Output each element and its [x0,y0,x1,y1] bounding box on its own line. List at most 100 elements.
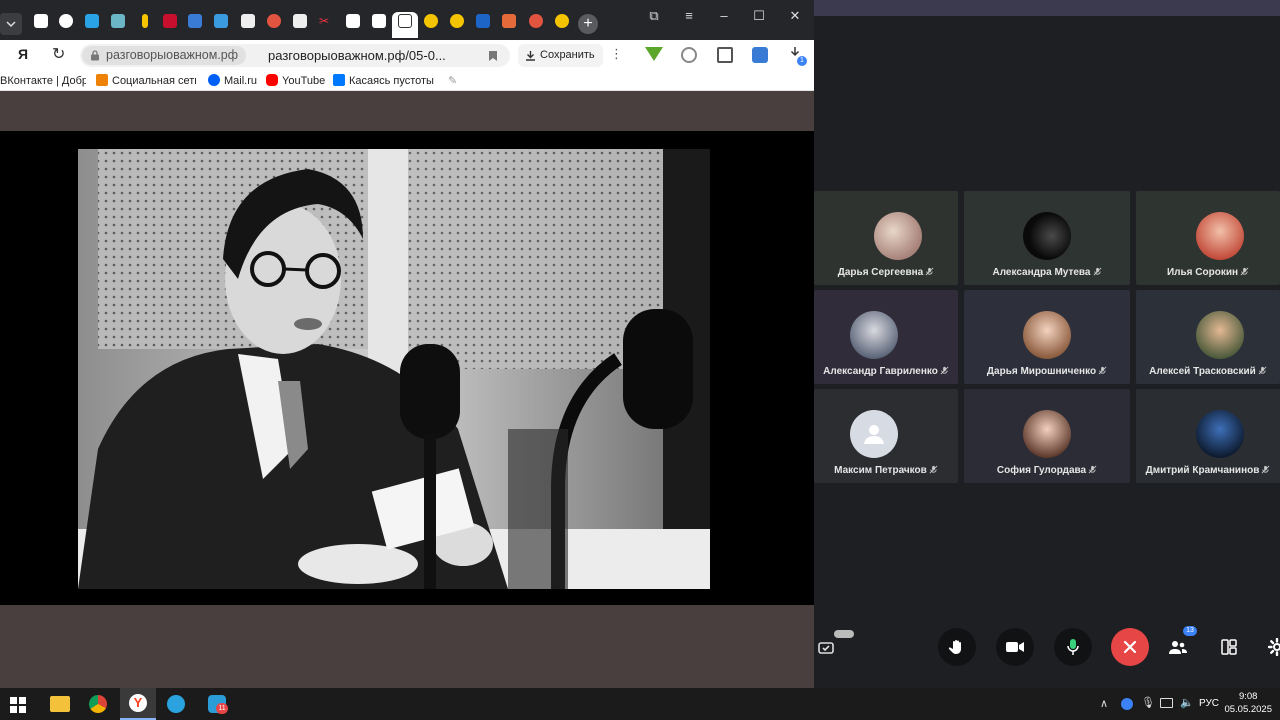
tab-chart-icon[interactable] [111,14,125,28]
show-hidden-icons-icon[interactable]: ∧ [1100,697,1108,710]
tab-manager-button[interactable]: ⧉ [642,6,666,26]
mic-muted-icon [1261,465,1270,474]
tab-yandex-icon[interactable] [529,14,543,28]
tab-page-icon[interactable] [398,14,412,28]
participant-tile[interactable]: Алексей Трасковский [1136,290,1280,384]
tab-flag-icon[interactable] [163,14,177,28]
participant-tile[interactable]: Максим Петрачков [814,389,958,483]
video-player[interactable] [0,131,814,605]
extension-download-icon[interactable] [645,47,663,61]
screen: Дарья Сергеевна Александра Мутева Илья С… [0,0,1280,720]
bookmark-social[interactable]: Социальная сеть [96,73,196,89]
clock-date: 05.05.2025 [1224,704,1272,715]
globe-icon[interactable] [681,47,697,63]
tab-list-button[interactable] [0,13,22,35]
tab-play-icon[interactable] [424,14,438,28]
yandex-browser-icon: Y [129,694,147,712]
layout-button[interactable] [1210,628,1248,666]
menu-button[interactable]: ≡ [677,6,701,26]
participant-avatar [1196,311,1244,359]
telegram-icon[interactable] [167,695,185,713]
participants-button[interactable]: 13 [1159,626,1197,666]
yandex-browser-taskbar-item[interactable]: Y [120,688,156,720]
address-host[interactable]: разговорыоважном.рф [82,46,247,65]
chrome-icon[interactable] [89,695,107,713]
yandex-logo-icon[interactable]: Я [18,46,28,62]
tab-image-icon[interactable] [293,14,307,28]
clock-time: 9:08 [1238,691,1258,702]
new-tab-button[interactable]: + [578,14,598,34]
tab-play-icon[interactable] [450,14,464,28]
mic-muted-icon [929,465,938,474]
close-window-button[interactable]: ✕ [783,6,807,26]
bookmark-vk-group[interactable]: Касаясь пустоты [333,73,435,89]
file-explorer-icon[interactable] [50,696,70,712]
volume-icon[interactable]: 🔈 [1180,696,1194,709]
bookmark-youtube[interactable]: YouTube [266,73,325,89]
tab-page-icon[interactable] [346,14,360,28]
participant-tile[interactable]: Александр Гавриленко [814,290,958,384]
address-path[interactable]: разговорыоважном.рф/05-0... [268,44,446,67]
tab-page-icon[interactable] [372,14,386,28]
bookmark-vk[interactable]: ВКонтакте | Добр [0,73,86,89]
tab-play-icon[interactable] [555,14,569,28]
participant-tile[interactable]: София Гулордава [964,389,1130,483]
hand-icon [948,640,961,654]
tab-yandex-icon[interactable] [267,14,281,28]
mic-muted-icon [1258,366,1267,375]
mic-muted-icon [1093,267,1101,276]
downloads-button[interactable]: 1 [788,46,807,66]
user-placeholder-icon [864,425,884,444]
browser-window: ✂ + ⧉ ≡ – ☐ ✕ Я ↻ разговорыоважном.рф ра… [0,0,814,688]
raise-hand-button[interactable] [938,628,976,666]
tray-mic-icon[interactable]: 🎙 [1141,696,1155,709]
translate-icon[interactable] [752,47,768,63]
tab-info-icon[interactable] [142,14,148,28]
participant-name: Дарья Сергеевна [814,267,958,278]
maximize-button[interactable]: ☐ [747,6,771,26]
camera-button[interactable] [996,628,1034,666]
reload-icon[interactable]: ↻ [52,44,65,64]
participant-avatar [1196,410,1244,458]
hang-up-button[interactable] [1111,628,1149,666]
tray-app-icon[interactable] [1121,698,1133,710]
more-options-icon[interactable]: ⋮ [610,46,623,62]
bookmark-icon[interactable] [488,50,498,62]
settings-button[interactable] [1258,628,1280,666]
start-button[interactable] [10,697,26,713]
address-bar[interactable]: разговорыоважном.рф разговорыоважном.рф/… [80,44,510,67]
mic-muted-icon [1088,465,1097,474]
participant-name: Александр Гавриленко [814,366,958,377]
downloads-badge: 1 [797,56,807,66]
reader-mode-icon[interactable] [717,47,733,63]
tab-book-icon[interactable] [214,14,228,28]
youtube-icon [266,74,278,86]
tab-word-icon[interactable] [476,14,490,28]
web-page [0,91,814,688]
tab-app-icon[interactable] [85,14,99,28]
tab-page-icon[interactable] [34,14,48,28]
language-indicator[interactable]: РУС [1199,698,1219,709]
participant-tile[interactable]: Дарья Мирошниченко [964,290,1130,384]
bookmark-extra-icon[interactable]: ✎ [448,73,457,89]
mic-muted-icon [940,366,949,375]
tab-slides-icon[interactable] [502,14,516,28]
save-button[interactable]: Сохранить [518,44,603,67]
minimize-button[interactable]: – [712,6,736,26]
network-icon[interactable] [1160,698,1173,708]
tab-image-icon[interactable] [241,14,255,28]
meeting-app-icon[interactable]: 11 [208,695,228,714]
participant-tile[interactable]: Илья Сорокин [1136,191,1280,285]
participant-tile[interactable]: Дарья Сергеевна [814,191,958,285]
microphone-button[interactable] [1054,628,1092,666]
participant-tile[interactable]: Дмитрий Крамчанинов [1136,389,1280,483]
more-pill-icon[interactable] [834,630,854,638]
tab-clock-icon[interactable] [59,14,73,28]
clock[interactable]: 9:08 05.05.2025 [1224,690,1272,716]
tab-scissors-icon[interactable]: ✂ [319,14,333,28]
participant-name: Илья Сорокин [1136,267,1280,278]
bookmark-mailru[interactable]: Mail.ru [208,73,257,89]
participant-tile[interactable]: Александра Мутева [964,191,1130,285]
tab-translate-icon[interactable] [188,14,202,28]
mic-muted-icon [1240,267,1249,276]
